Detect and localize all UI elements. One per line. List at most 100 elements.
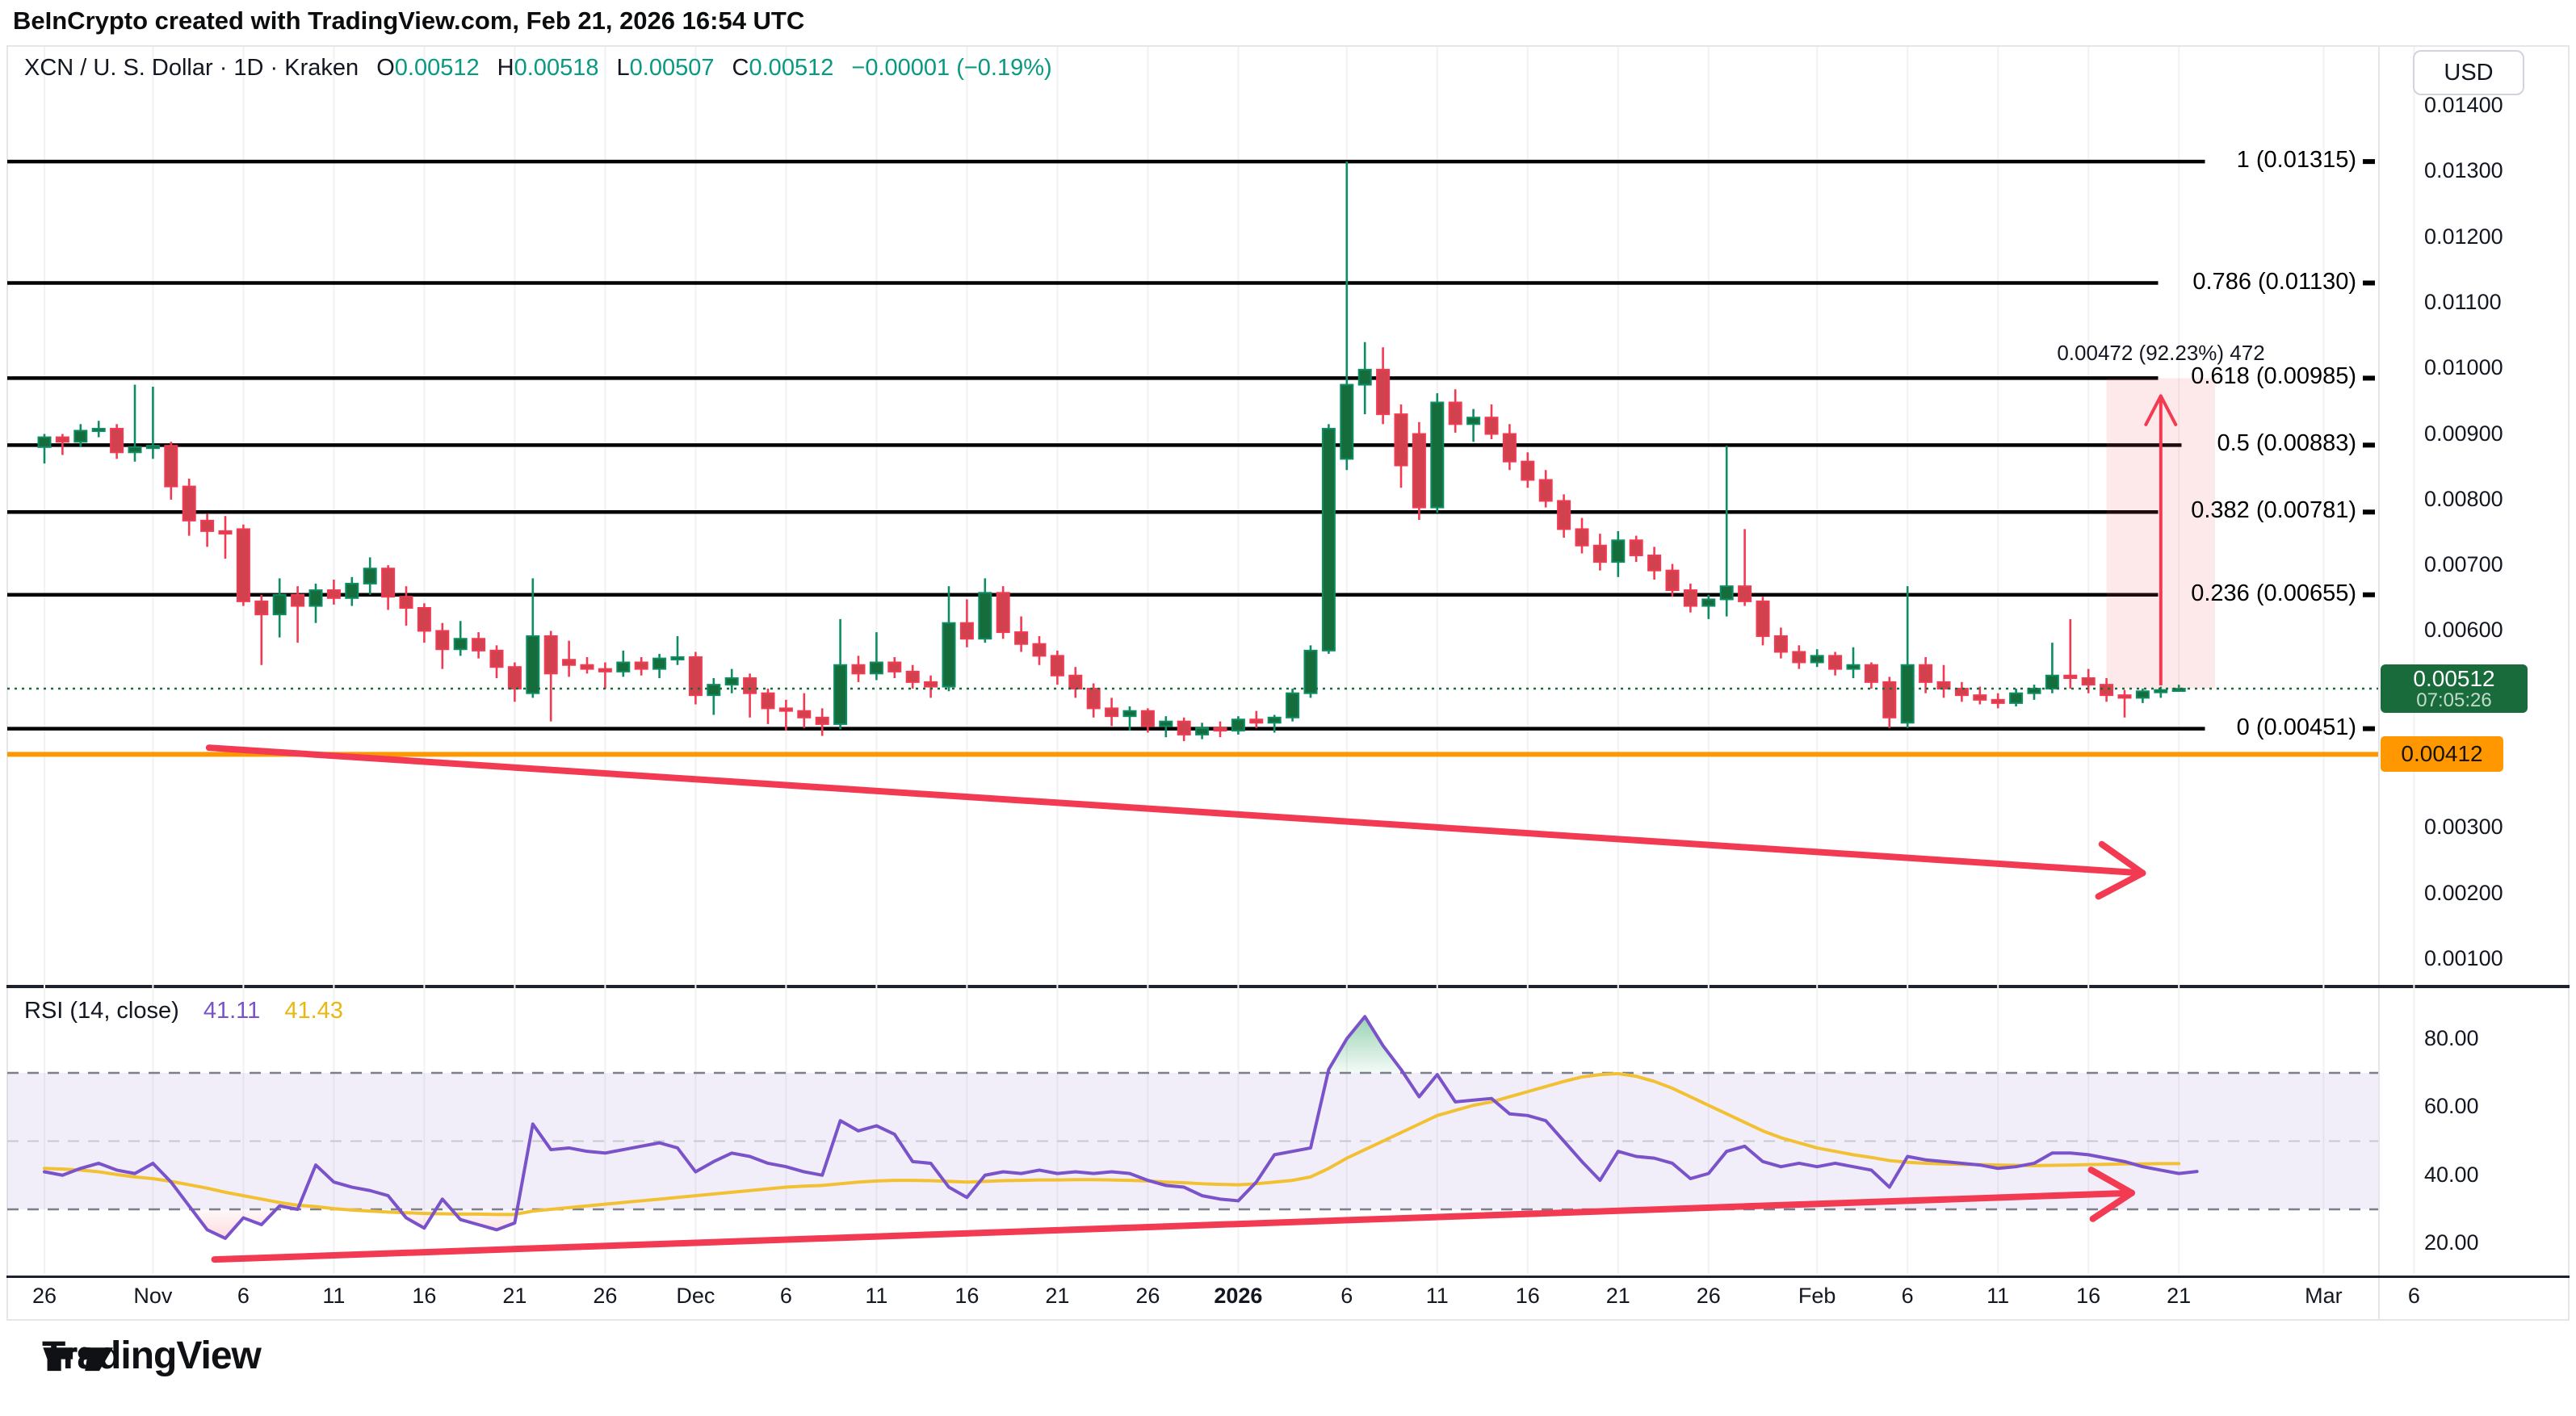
candle-body-down — [1015, 632, 1027, 644]
fib-label-tick — [2363, 509, 2375, 514]
candle-body-down — [816, 718, 829, 724]
candle-body-up — [1811, 656, 1823, 662]
measurement-annotation: 0.00472 (92.23%) 472 — [1991, 341, 2331, 366]
candle-body-down — [1088, 689, 1100, 708]
candle-body-down — [57, 438, 69, 442]
candle-body-down — [1521, 462, 1533, 480]
fib-label-tick — [2363, 593, 2375, 597]
candle-body-down — [472, 639, 485, 651]
candle-body-down — [1992, 700, 2004, 703]
candle-body-down — [636, 662, 648, 668]
candle-body-down — [418, 608, 430, 630]
candle-body-down — [292, 595, 304, 606]
candle-body-up — [1340, 385, 1353, 459]
candle-body-down — [1630, 540, 1643, 555]
candle-body-down — [1684, 590, 1697, 606]
open-prefix: O — [376, 55, 395, 81]
candle-body-down — [1667, 571, 1679, 590]
candle-body-down — [165, 446, 177, 486]
candle-body-down — [1486, 417, 1498, 434]
candle-body-down — [382, 568, 394, 597]
candle-body-down — [545, 636, 557, 673]
candle-body-down — [1034, 644, 1046, 656]
fib-label-tick — [2363, 442, 2375, 447]
candle-body-down — [2064, 676, 2076, 678]
candle-body-down — [1576, 529, 1588, 545]
candle-body-up — [147, 446, 159, 448]
change-value: −0.00001 (−0.19%) — [851, 55, 1051, 81]
symbol-name: XCN / U. S. Dollar · 1D · Kraken — [24, 55, 359, 81]
fib-label-tick — [2363, 375, 2375, 380]
candle-body-up — [1305, 651, 1317, 693]
rsi-title: RSI (14, close) — [24, 998, 179, 1024]
candle-body-up — [653, 659, 665, 669]
candle-body-down — [1919, 665, 1932, 682]
candle-body-down — [1250, 719, 1262, 723]
candle-body-up — [1721, 586, 1733, 599]
candle-body-up — [74, 430, 86, 442]
last-price-label[interactable]: 0.00512 07:05:26 — [2381, 664, 2528, 713]
candle-body-down — [1594, 546, 1606, 562]
candle-body-up — [1196, 728, 1208, 735]
currency-toggle-button[interactable]: USD — [2413, 50, 2524, 95]
tradingview-watermark[interactable]: TradingView — [42, 1334, 261, 1378]
candle-body-down — [436, 630, 448, 649]
candle-body-down — [997, 593, 1009, 632]
rsi-legend[interactable]: RSI (14, close) 41.11 41.43 — [24, 998, 343, 1024]
candle-body-up — [1269, 718, 1281, 723]
candle-body-up — [2046, 676, 2058, 689]
close-value: 0.00512 — [749, 55, 834, 81]
candle-body-down — [1051, 656, 1064, 675]
candle-body-up — [1431, 403, 1443, 508]
candle-body-down — [1178, 722, 1190, 735]
candle-body-down — [401, 597, 413, 608]
candle-body-down — [491, 651, 503, 667]
candle-body-down — [744, 678, 756, 693]
candle-body-down — [237, 529, 250, 601]
candle-body-up — [726, 678, 738, 685]
fib-label-tick — [2363, 281, 2375, 286]
candle-body-up — [1232, 719, 1244, 731]
alert-price-value: 0.00412 — [2401, 741, 2482, 767]
candle-body-down — [563, 660, 575, 665]
candle-body-down — [1395, 414, 1408, 465]
candle-body-up — [1848, 665, 1860, 669]
symbol-legend[interactable]: XCN / U. S. Dollar · 1D · Kraken O0.0051… — [24, 55, 1052, 82]
candle-body-up — [527, 636, 539, 693]
candle-body-down — [111, 429, 123, 452]
candle-body-up — [364, 568, 376, 584]
candle-body-down — [888, 662, 900, 671]
candle-body-down — [1413, 434, 1425, 508]
candle-body-up — [1359, 370, 1371, 385]
tradingview-screenshot: BeInCrypto created with TradingView.com,… — [0, 0, 2576, 1416]
candle-body-down — [255, 601, 267, 614]
candle-body-down — [1793, 651, 1805, 662]
candle-body-down — [780, 708, 792, 710]
candle-body-down — [1215, 728, 1227, 731]
candle-body-up — [1286, 693, 1298, 718]
candle-body-down — [1648, 555, 1660, 571]
candle-body-up — [129, 447, 141, 453]
open-value: 0.00512 — [395, 55, 480, 81]
alert-price-label[interactable]: 0.00412 — [2381, 736, 2503, 772]
candle-body-up — [2137, 691, 2149, 698]
rsi-value: 41.11 — [203, 998, 260, 1024]
candle-body-up — [346, 584, 358, 598]
bar-countdown: 07:05:26 — [2416, 690, 2491, 710]
candle-body-down — [2119, 695, 2131, 698]
candle-body-down — [2083, 678, 2095, 685]
low-value: 0.00507 — [630, 55, 715, 81]
rsi-ma-value: 41.43 — [284, 998, 343, 1024]
high-value: 0.00518 — [514, 55, 599, 81]
chart-canvas[interactable] — [0, 0, 2576, 1416]
candle-body-up — [1323, 429, 1335, 651]
fib-label-tick — [2363, 159, 2375, 164]
candle-body-down — [1956, 689, 1968, 695]
candle-body-up — [39, 438, 51, 447]
fib-label-tick — [2363, 727, 2375, 731]
candle-body-down — [1105, 708, 1118, 716]
candle-body-down — [220, 531, 232, 534]
candle-body-down — [1069, 676, 1081, 689]
candle-body-up — [2154, 690, 2167, 693]
candle-body-down — [1883, 682, 1895, 718]
